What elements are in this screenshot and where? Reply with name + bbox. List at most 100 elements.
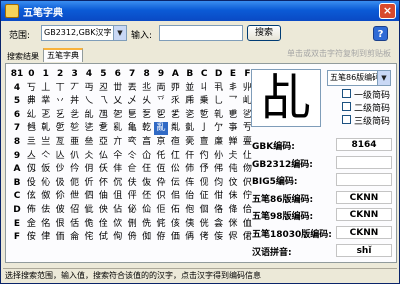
char-cell[interactable]: 佔 [111, 204, 125, 217]
char-cell[interactable]: 佁 [183, 190, 197, 203]
char-cell[interactable]: 伝 [168, 177, 182, 190]
help-icon[interactable]: ? [373, 26, 388, 41]
char-cell[interactable]: 仈 [68, 150, 82, 163]
char-cell[interactable]: 伳 [68, 190, 82, 203]
char-cell[interactable]: 乑 [168, 95, 182, 108]
tab-wubi-dictionary[interactable]: 五笔字典 [43, 48, 83, 62]
char-cell[interactable]: 乺 [53, 122, 67, 135]
char-cell[interactable]: 侒 [24, 231, 38, 244]
char-cell[interactable]: 侚 [111, 231, 125, 244]
char-cell[interactable]: 佢 [154, 204, 168, 217]
char-cell[interactable]: 侕 [53, 231, 67, 244]
char-cell[interactable]: 丟 [125, 82, 139, 95]
char-cell[interactable]: 並 [183, 82, 197, 95]
char-cell[interactable]: 乹 [39, 122, 53, 135]
char-cell[interactable]: 乪 [96, 109, 110, 122]
char-cell[interactable]: 亽 [39, 150, 53, 163]
char-cell[interactable]: 乽 [96, 122, 110, 135]
char-cell[interactable]: 仚 [140, 150, 154, 163]
char-cell[interactable]: 伋 [53, 177, 67, 190]
char-cell[interactable]: 丣 [168, 82, 182, 95]
char-cell[interactable]: 亗 [39, 136, 53, 149]
char-cell[interactable]: 伓 [96, 177, 110, 190]
char-cell[interactable]: 亖 [24, 136, 38, 149]
char-cell[interactable]: 丩 [197, 82, 211, 95]
char-cell[interactable]: 仺 [125, 163, 139, 176]
encoding-scheme-select[interactable]: 五笔86版编码 ▼ [327, 70, 391, 86]
search-input[interactable] [159, 25, 243, 41]
char-cell[interactable]: 佂 [197, 190, 211, 203]
char-cell[interactable]: 侅 [168, 218, 182, 231]
char-cell[interactable]: 佖 [125, 204, 139, 217]
char-cell[interactable]: 伷 [96, 190, 110, 203]
char-cell[interactable]: 乮 [154, 109, 168, 122]
char-cell[interactable]: 伖 [140, 177, 154, 190]
char-cell[interactable]: 佫 [212, 204, 226, 217]
char-cell[interactable]: 乴 [197, 109, 211, 122]
char-cell[interactable]: 価 [168, 231, 182, 244]
char-cell[interactable]: 乶 [226, 109, 240, 122]
char-cell[interactable]: 丯 [226, 82, 240, 95]
char-cell[interactable]: 仭 [24, 163, 38, 176]
search-button[interactable]: 搜索 [247, 25, 281, 41]
char-cell[interactable]: 亁 [140, 122, 154, 135]
char-cell[interactable]: 伀 [168, 163, 182, 176]
char-cell[interactable]: 侂 [154, 218, 168, 231]
char-cell[interactable]: 乼 [82, 122, 96, 135]
char-cell[interactable]: 仯 [53, 163, 67, 176]
char-cell[interactable]: 侓 [39, 231, 53, 244]
char-cell[interactable]: 伻 [125, 190, 139, 203]
char-cell[interactable]: 伹 [111, 190, 125, 203]
char-cell[interactable]: 丒 [96, 82, 110, 95]
char-cell[interactable]: 伜 [154, 177, 168, 190]
char-cell[interactable]: 両 [154, 82, 168, 95]
char-cell[interactable]: 乗 [197, 95, 211, 108]
char-cell[interactable]: 伭 [24, 190, 38, 203]
char-cell[interactable]: 乭 [140, 109, 154, 122]
char-cell[interactable]: 丆 [68, 82, 82, 95]
char-cell[interactable]: 仜 [168, 150, 182, 163]
char-cell[interactable]: 仌 [82, 150, 96, 163]
char-cell[interactable]: 侖 [68, 231, 82, 244]
char-cell[interactable]: 仛 [154, 150, 168, 163]
char-cell[interactable]: 佊 [53, 204, 67, 217]
char-cell[interactable]: 佲 [39, 218, 53, 231]
char-cell[interactable]: 侜 [125, 231, 139, 244]
char-cell[interactable]: 亜 [68, 136, 82, 149]
char-cell[interactable]: 伵 [82, 190, 96, 203]
char-cell[interactable]: 仮 [39, 163, 53, 176]
char-cell[interactable]: 亸 [226, 136, 240, 149]
char-cell[interactable]: 乊 [154, 95, 168, 108]
char-cell[interactable]: 侞 [140, 231, 154, 244]
char-cell[interactable]: 仐 [111, 150, 125, 163]
char-cell[interactable]: 乆 [140, 95, 154, 108]
char-cell[interactable]: 亙 [53, 136, 67, 149]
char-cell[interactable]: 乯 [168, 109, 182, 122]
char-cell[interactable]: 亱 [168, 136, 182, 149]
char-cell[interactable]: 佈 [24, 204, 38, 217]
char-cell[interactable]: 伮 [39, 190, 53, 203]
char-cell[interactable]: 仏 [96, 150, 110, 163]
char-cell[interactable]: 乂 [111, 95, 125, 108]
char-cell[interactable]: 亯 [140, 136, 154, 149]
char-cell[interactable]: 佷 [53, 218, 67, 231]
char-cell[interactable]: 伩 [226, 177, 240, 190]
char-cell[interactable]: 侟 [154, 231, 168, 244]
char-cell[interactable]: 亶 [197, 136, 211, 149]
char-cell[interactable]: 亪 [125, 136, 139, 149]
char-cell[interactable]: 侙 [96, 231, 110, 244]
char-cell[interactable]: 侫 [212, 231, 226, 244]
char-cell[interactable]: 仹 [111, 163, 125, 176]
char-cell[interactable]: 亀 [125, 122, 139, 135]
char-cell[interactable]: 亰 [154, 136, 168, 149]
char-cell[interactable]: 仦 [212, 150, 226, 163]
char-cell[interactable]: 亂 [154, 122, 168, 136]
char-cell[interactable]: 仒 [125, 150, 139, 163]
range-select[interactable]: GB2312,GBK汉字 ▼ [41, 25, 127, 41]
char-cell[interactable]: 伡 [183, 177, 197, 190]
char-cell[interactable]: 佹 [82, 218, 96, 231]
char-cell[interactable]: 佀 [168, 190, 182, 203]
char-cell[interactable]: 佉 [39, 204, 53, 217]
char-cell[interactable]: 伄 [212, 163, 226, 176]
char-cell[interactable]: 佨 [183, 204, 197, 217]
